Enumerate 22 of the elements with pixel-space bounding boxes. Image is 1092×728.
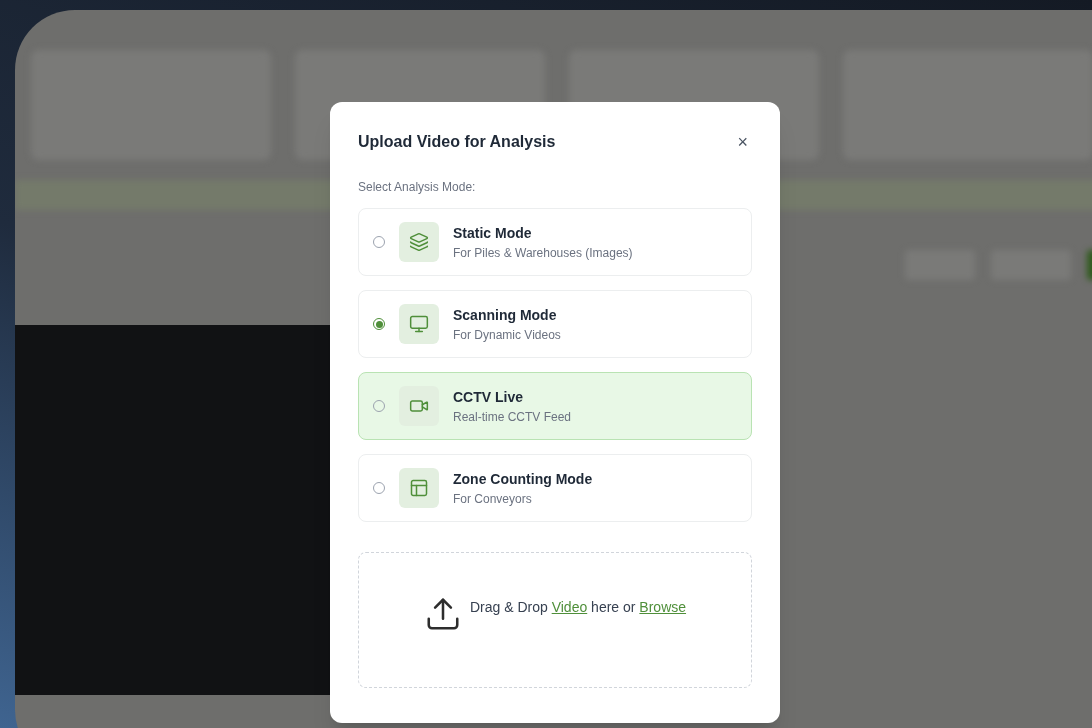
- mode-option[interactable]: Scanning Mode For Dynamic Videos: [358, 290, 752, 358]
- mode-subtitle: For Piles & Warehouses (Images): [453, 244, 633, 262]
- layout-panel-icon: [409, 478, 429, 498]
- mode-subtitle: For Conveyors: [453, 490, 533, 508]
- drop-instructions: Drag & Drop Video here or Browse: [469, 598, 687, 617]
- mode-title: CCTV Live: [453, 387, 524, 407]
- link[interactable]: Video: [551, 599, 588, 615]
- layers-icon: [409, 232, 429, 252]
- dialog-title: Upload Video for Analysis: [358, 132, 556, 152]
- mode-title: Scanning Mode: [453, 305, 558, 325]
- monitor-icon: [409, 314, 429, 334]
- link[interactable]: Browse: [639, 599, 687, 615]
- section-label: Select Analysis Mode:: [358, 179, 477, 196]
- mode-subtitle: Real-time CCTV Feed: [453, 408, 572, 426]
- drop-zone[interactable]: Drag & Drop Video here or Browse: [358, 552, 752, 688]
- close-button[interactable]: ×: [733, 133, 752, 151]
- mode-title: Static Mode: [453, 223, 533, 243]
- mode-option[interactable]: Zone Counting Mode For Conveyors: [358, 454, 752, 522]
- mode-subtitle: For Dynamic Videos: [453, 326, 561, 344]
- mode-option[interactable]: Static Mode For Piles & Warehouses (Images): [358, 208, 752, 276]
- mode-title: Zone Counting Mode: [453, 469, 593, 489]
- mode-option[interactable]: CCTV Live Real-time CCTV Feed: [358, 372, 752, 440]
